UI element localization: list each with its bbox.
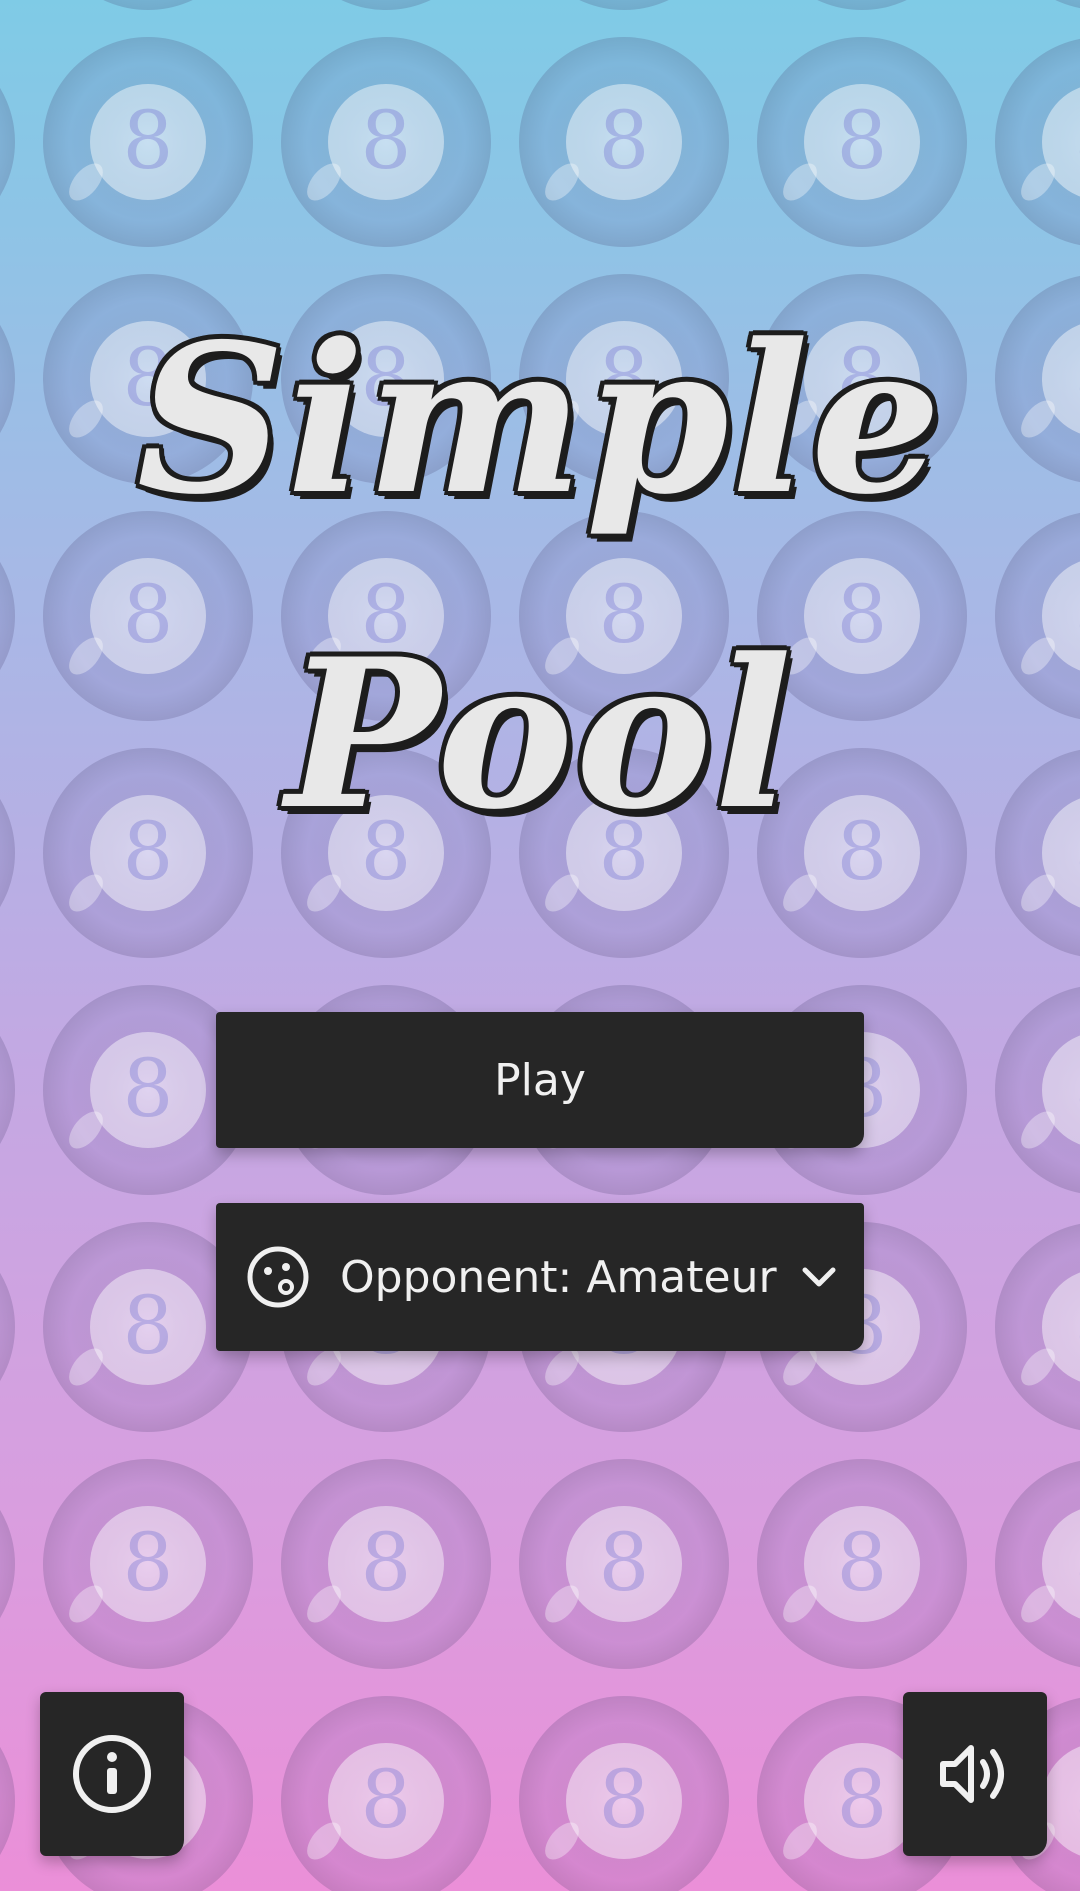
background-eight-ball: 8 <box>0 87 15 197</box>
background-ball-number: 8 <box>1075 1279 1080 1372</box>
sound-toggle-button[interactable] <box>903 1692 1047 1856</box>
background-eight-ball: 8 <box>519 1459 729 1669</box>
background-eight-ball: 8 <box>341 0 431 10</box>
background-ball-number: 8 <box>123 1516 174 1609</box>
background-eight-ball: 8 <box>995 1223 1080 1431</box>
background-eight-ball: 8 <box>995 986 1080 1194</box>
background-ball-number: 8 <box>123 1042 174 1135</box>
background-ball-number: 8 <box>599 1516 650 1609</box>
background-eight-ball: 8 <box>103 0 193 10</box>
background-eight-ball: 8 <box>0 0 15 10</box>
background-ball-number: 8 <box>1075 1042 1080 1135</box>
background-eight-ball: 8 <box>0 1035 15 1145</box>
opponent-difficulty-dropdown[interactable]: Opponent: Amateur <box>216 1203 864 1351</box>
background-eight-ball: 8 <box>281 1459 491 1669</box>
background-ball-number: 8 <box>1075 94 1080 187</box>
chevron-down-icon <box>802 1267 836 1287</box>
background-eight-ball: 8 <box>995 1460 1080 1668</box>
background-ball-number: 8 <box>123 1279 174 1372</box>
game-title-line-1: Simple <box>136 300 944 540</box>
background-ball-number: 8 <box>1075 1516 1080 1609</box>
background-ball-number: 8 <box>837 1753 888 1846</box>
info-icon <box>73 1735 151 1813</box>
background-eight-ball: 8 <box>43 1459 253 1669</box>
background-ball-number: 8 <box>361 1753 412 1846</box>
info-button[interactable] <box>40 1692 184 1856</box>
background-eight-ball: 8 <box>519 1696 729 1891</box>
background-ball-number: 8 <box>361 1516 412 1609</box>
background-ball-number: 8 <box>837 94 888 187</box>
background-eight-ball: 8 <box>0 1746 15 1856</box>
background-eight-ball: 8 <box>0 1509 15 1619</box>
background-eight-ball: 8 <box>519 37 729 247</box>
play-button-label: Play <box>494 1054 586 1106</box>
game-title-line-2: Pool <box>286 615 794 855</box>
opponent-face-icon <box>247 1246 309 1308</box>
background-eight-ball: 8 <box>817 0 907 10</box>
background-eight-ball: 8 <box>281 1696 491 1891</box>
background-ball-number: 8 <box>837 1516 888 1609</box>
background-eight-ball: 8 <box>1055 0 1080 9</box>
volume-icon <box>940 1745 1004 1803</box>
play-button[interactable]: Play <box>216 1012 864 1148</box>
background-eight-ball: 8 <box>43 37 253 247</box>
background-ball-number: 8 <box>361 94 412 187</box>
background-ball-number: 8 <box>599 1753 650 1846</box>
background-eight-ball: 8 <box>757 37 967 247</box>
background-eight-ball: 8 <box>995 38 1080 246</box>
background-ball-number: 8 <box>123 94 174 187</box>
opponent-label: Opponent: Amateur <box>340 1251 777 1303</box>
background-ball-number: 8 <box>599 94 650 187</box>
background-ball-number: 8 <box>1075 1753 1080 1846</box>
background-eight-ball: 8 <box>579 0 669 10</box>
background-eight-ball: 8 <box>757 1459 967 1669</box>
background-eight-ball: 8 <box>0 1272 15 1382</box>
background-eight-ball: 8 <box>281 37 491 247</box>
eight-ball-background-pattern: 8888888888888888888888888888888888888888… <box>0 0 1080 1891</box>
